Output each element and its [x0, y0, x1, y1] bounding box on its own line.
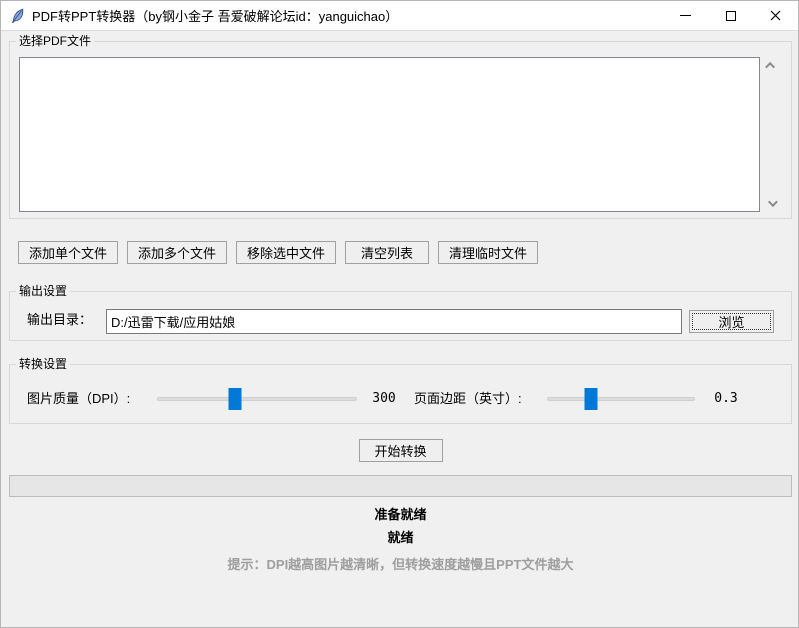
add-single-file-button[interactable]: 添加单个文件: [18, 241, 119, 264]
start-conversion-button[interactable]: 开始转换: [358, 439, 443, 462]
margin-slider-thumb[interactable]: [584, 388, 598, 410]
margin-slider-track: [547, 397, 695, 401]
output-dir-input[interactable]: [106, 309, 682, 334]
maximize-icon: [725, 10, 736, 21]
conversion-settings-group: 转换设置 图片质量（DPI）: 300 页面边距（英寸）: 0.3: [9, 356, 792, 424]
margin-slider[interactable]: [547, 387, 695, 411]
listbox-scrollbar[interactable]: [762, 57, 781, 212]
progress-bar: [9, 475, 792, 497]
close-button[interactable]: [753, 1, 798, 30]
window-body: 选择PDF文件 添加单个文件 添加多个文件 移除选中文件 清空列表 清理临时文件…: [1, 31, 798, 627]
titlebar[interactable]: PDF转PPT转换器（by钢小金子 吾爱破解论坛id：yanguichao）: [1, 1, 798, 31]
file-selection-group-label: 选择PDF文件: [16, 33, 95, 49]
minimize-icon: [680, 15, 691, 16]
output-settings-group-label: 输出设置: [16, 283, 71, 299]
clean-temp-files-button[interactable]: 清理临时文件: [438, 241, 539, 264]
add-multiple-files-button[interactable]: 添加多个文件: [127, 241, 228, 264]
file-action-button-row: 添加单个文件 添加多个文件 移除选中文件 清空列表 清理临时文件: [18, 241, 539, 264]
margin-label: 页面边距（英寸）:: [414, 391, 522, 406]
window-controls: [663, 1, 798, 30]
scrollbar-up-button[interactable]: [763, 57, 780, 74]
browse-button[interactable]: 浏览: [689, 310, 774, 333]
pdf-file-listbox[interactable]: [19, 57, 760, 212]
output-dir-label: 输出目录：: [27, 312, 93, 327]
dpi-label: 图片质量（DPI）:: [27, 391, 131, 406]
output-settings-group: 输出设置 输出目录： 浏览: [9, 283, 792, 341]
conversion-settings-group-label: 转换设置: [16, 356, 71, 372]
minimize-button[interactable]: [663, 1, 708, 30]
scrollbar-down-button[interactable]: [763, 195, 780, 212]
status-secondary: 就绪: [387, 530, 414, 545]
maximize-button[interactable]: [708, 1, 753, 30]
clear-list-button[interactable]: 清空列表: [345, 241, 430, 264]
window-title: PDF转PPT转换器（by钢小金子 吾爱破解论坛id：yanguichao）: [32, 9, 399, 24]
tk-feather-icon: [10, 8, 26, 24]
file-selection-group: 选择PDF文件: [9, 33, 792, 219]
close-icon: [770, 10, 781, 21]
chevron-down-icon: [767, 197, 778, 208]
dpi-value: 300: [372, 391, 396, 406]
status-primary: 准备就绪: [374, 507, 427, 522]
dpi-slider[interactable]: [157, 387, 357, 411]
status-hint: 提示：DPI越高图片越清晰，但转换速度越慢且PPT文件越大: [227, 557, 574, 572]
chevron-up-icon: [765, 61, 776, 72]
remove-selected-button[interactable]: 移除选中文件: [236, 241, 337, 264]
dpi-slider-thumb[interactable]: [228, 388, 242, 410]
app-window: PDF转PPT转换器（by钢小金子 吾爱破解论坛id：yanguichao） 选…: [0, 0, 799, 628]
dpi-slider-track: [157, 397, 357, 401]
margin-value: 0.3: [714, 391, 738, 406]
